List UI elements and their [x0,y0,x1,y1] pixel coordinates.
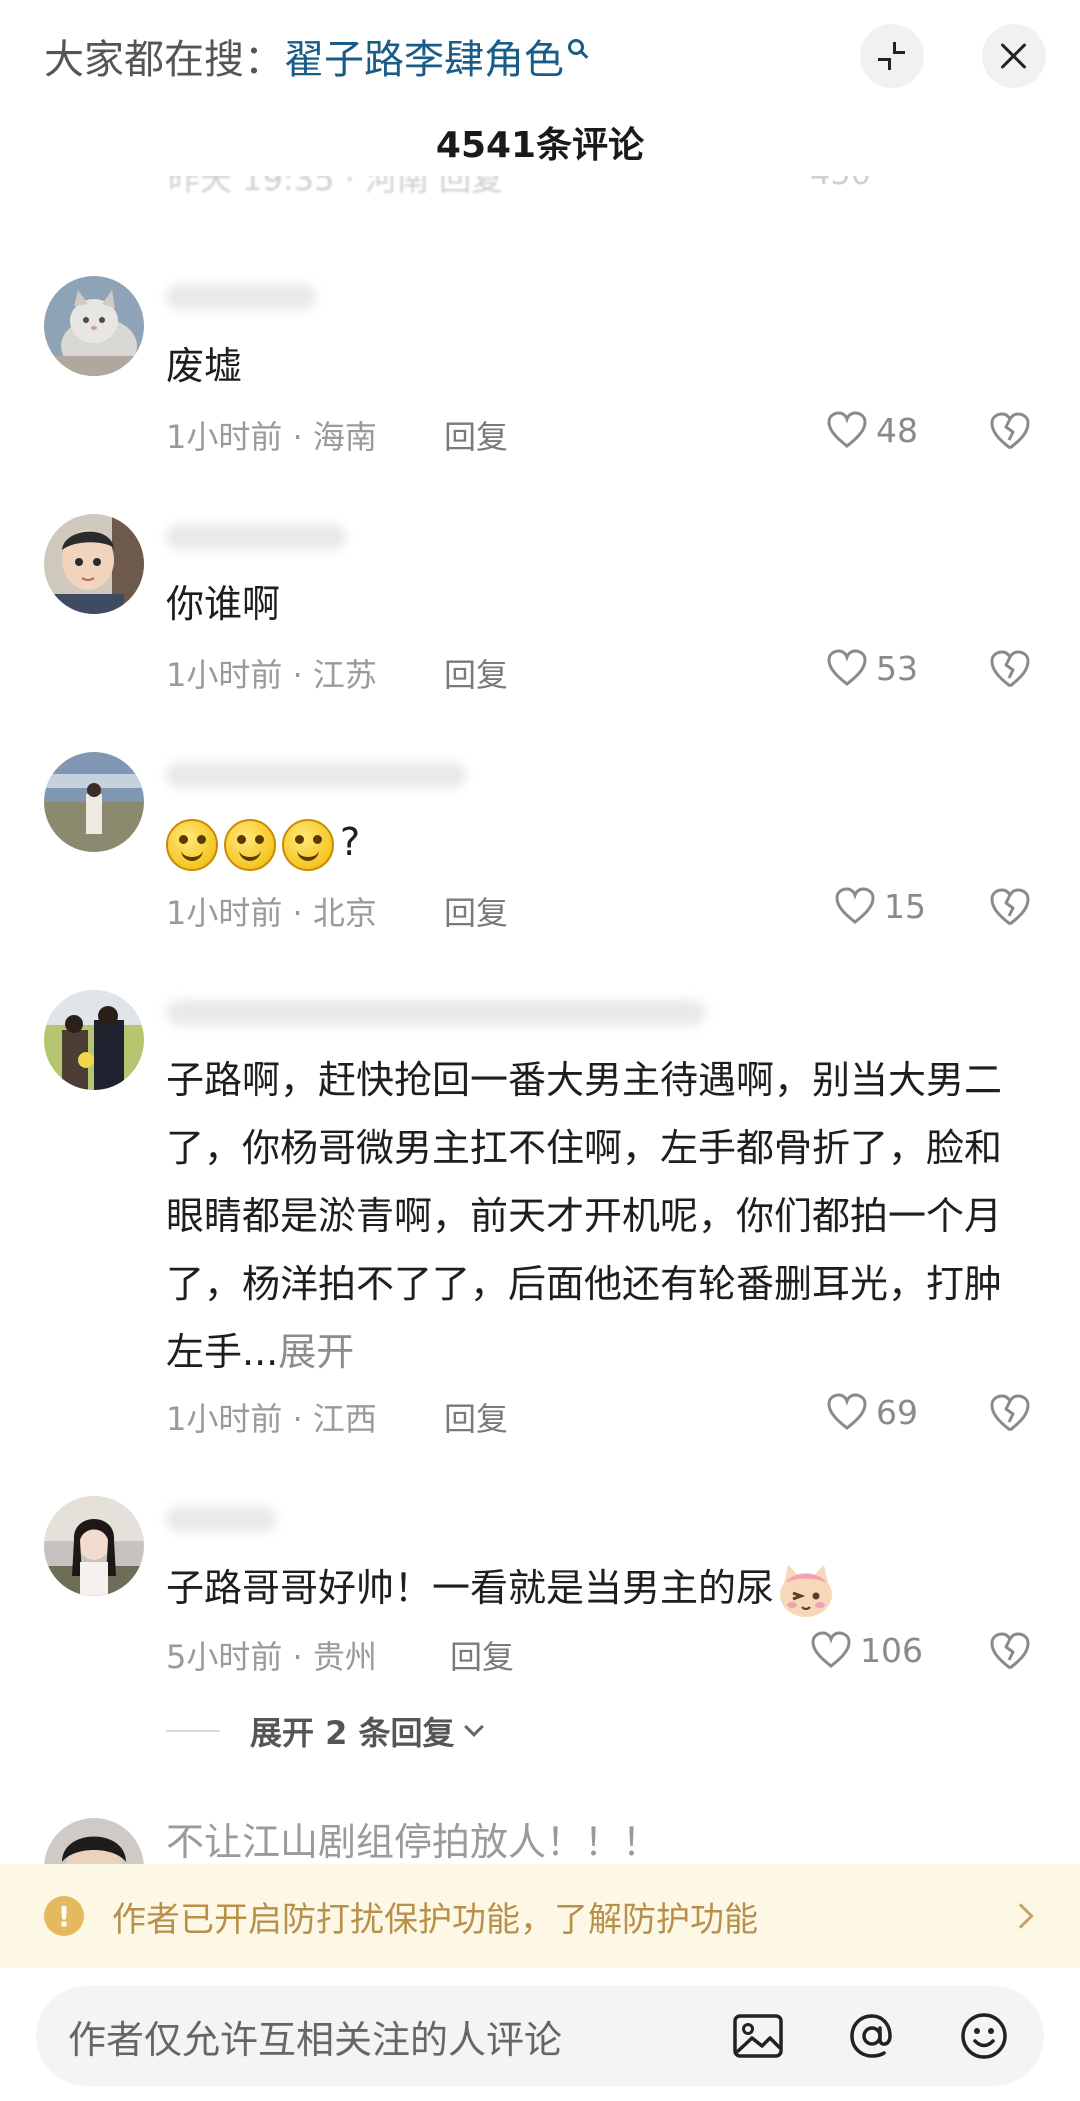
expand-replies-button[interactable]: 展开 2 条回复 [166,1708,484,1754]
like-count: 53 [876,648,918,688]
comment-meta: 1小时前 · 海南 [166,418,377,456]
heart-icon [827,411,867,448]
heart-icon [835,887,875,924]
reply-button[interactable]: 回复 [444,888,508,934]
username[interactable] [166,284,316,310]
trending-search[interactable]: 大家都在搜： 翟子路李肆角色 [44,28,584,84]
image-icon[interactable] [730,2008,786,2064]
comment-meta: 1小时前 · 江西 [166,1400,377,1438]
avatar[interactable] [44,276,144,376]
like-button[interactable]: 48 [826,410,918,450]
broken-heart-icon[interactable] [988,410,1032,452]
divider [166,1730,220,1732]
close-icon [999,41,1029,71]
search-icon [568,39,584,55]
broken-heart-icon[interactable] [988,1392,1032,1434]
reply-button[interactable]: 回复 [444,650,508,696]
username[interactable] [166,762,466,788]
comment-meta: 1小时前 · 北京 [166,894,377,932]
like-button[interactable]: 106 [810,1630,923,1670]
comment-text: ? [166,808,1026,876]
comment-input-bar: 作者仅允许互相关注的人评论 [0,1968,1080,2101]
comment-meta: 5小时前 · 贵州 [166,1638,377,1676]
broken-heart-icon[interactable] [988,648,1032,690]
smile-emoji-icon [224,818,276,871]
clipped-previous-comment: 昨天 19:35 · 河南 回复 450 [0,176,1080,216]
mention-icon[interactable] [844,2008,900,2064]
comment-body: 子路啊，赶快抢回一番大男主待遇啊，别当大男二了，你杨哥微男主扛不住啊，左手都骨折… [166,1058,1003,1374]
chevron-down-icon [463,1717,484,1737]
reply-button[interactable]: 回复 [450,1632,514,1678]
collapse-button[interactable] [860,24,924,88]
comment-text: 你谁啊 [166,582,281,626]
like-button[interactable]: 69 [826,1392,918,1432]
broken-heart-icon[interactable] [988,886,1032,928]
like-button[interactable]: 15 [834,886,926,926]
avatar[interactable] [44,990,144,1090]
clipped-likes: 450 [810,176,871,192]
username[interactable] [166,1506,276,1532]
comment-text: 子路啊，赶快抢回一番大男主待遇啊，别当大男二了，你杨哥微男主扛不住啊，左手都骨折… [166,1046,1026,1386]
chevron-right-icon [1008,1903,1034,1929]
comment-input[interactable]: 作者仅允许互相关注的人评论 [36,1986,1044,2086]
like-count: 106 [860,1630,923,1670]
reply-button[interactable]: 回复 [444,1394,508,1440]
heart-icon [827,1393,867,1430]
like-count: 48 [876,410,918,450]
heart-icon [827,649,867,686]
smile-emoji-icon [282,818,334,871]
clipped-meta: 昨天 19:35 · 河南 回复 [168,176,504,198]
broken-heart-icon[interactable] [988,1630,1032,1672]
protection-banner[interactable]: ! 作者已开启防打扰保护功能，了解防护功能 [0,1864,1080,1968]
avatar[interactable] [44,752,144,852]
comment-meta: 1小时前 · 江苏 [166,656,377,694]
username[interactable] [166,524,346,550]
like-count: 69 [876,1392,918,1432]
comment-count-title: 4541条评论 [435,125,645,166]
heart-icon [811,1631,851,1668]
cat-sticker-icon [780,1564,833,1617]
trending-search-prefix: 大家都在搜： [44,37,284,83]
comment-input-placeholder: 作者仅允许互相关注的人评论 [68,2017,563,2062]
close-button[interactable] [982,24,1046,88]
username[interactable] [166,1000,706,1026]
comment-text: 子路哥哥好帅！一看就是当男主的尿 [166,1554,1026,1622]
reply-button[interactable]: 回复 [444,412,508,458]
comment-text-suffix: ? [340,820,361,864]
emoji-icon[interactable] [956,2008,1012,2064]
expand-text-button[interactable]: 展开 [278,1330,354,1374]
warning-icon: ! [44,1896,84,1936]
avatar[interactable] [44,514,144,614]
collapse-icon [876,40,908,72]
smile-emoji-icon [166,818,218,871]
expand-replies-label: 展开 2 条回复 [250,1714,455,1752]
comment-body: 子路哥哥好帅！一看就是当男主的尿 [166,1566,775,1610]
avatar[interactable] [44,1496,144,1596]
like-button[interactable]: 53 [826,648,918,688]
trending-search-term[interactable]: 翟子路李肆角色 [284,27,564,85]
protection-banner-text: 作者已开启防打扰保护功能，了解防护功能 [112,1899,758,1940]
like-count: 15 [884,886,926,926]
comment-text: 废墟 [166,344,243,388]
